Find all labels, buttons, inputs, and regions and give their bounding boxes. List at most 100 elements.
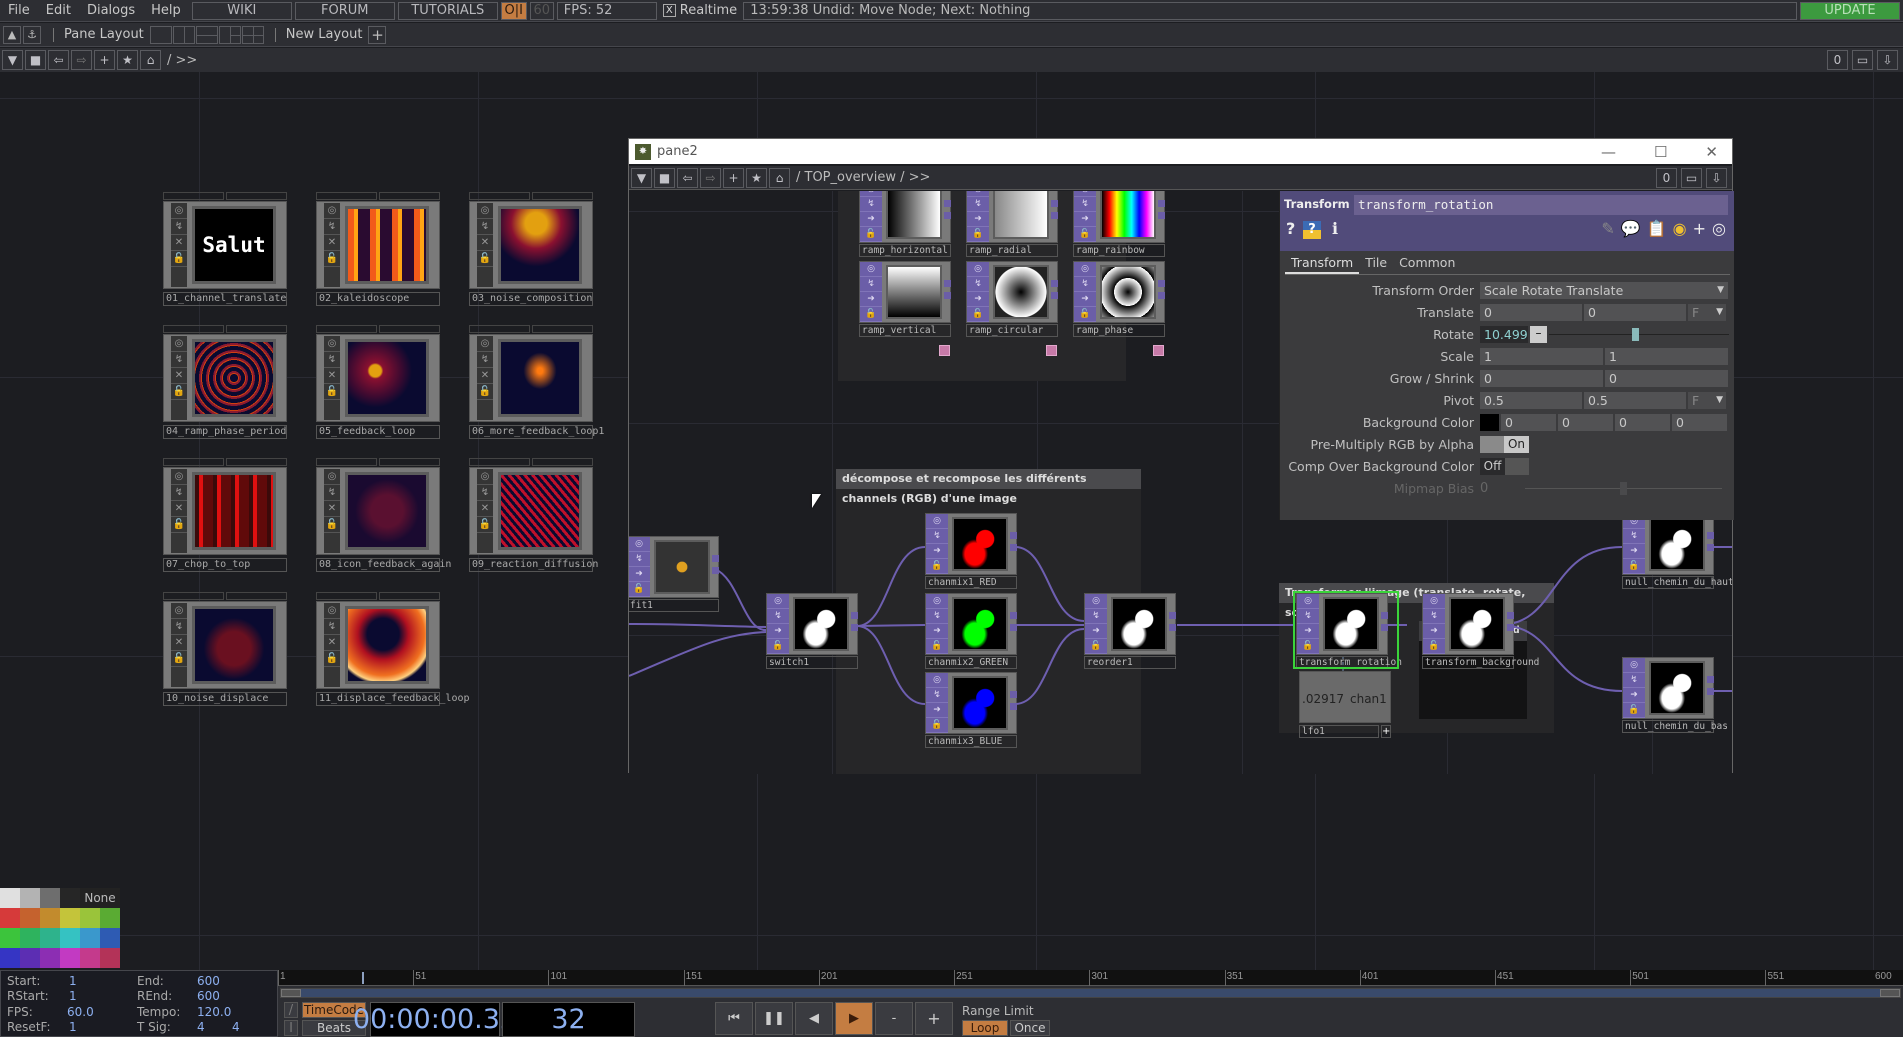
bypass-icon[interactable]: ↯ <box>767 609 789 624</box>
palette-swatch[interactable] <box>100 908 120 928</box>
arrow-icon[interactable]: ➜ <box>767 624 789 639</box>
palette-swatch[interactable] <box>60 948 80 968</box>
bypass-icon[interactable]: ↯ <box>324 352 340 368</box>
viewer-icon[interactable]: ◎ <box>967 262 989 277</box>
palette-swatch[interactable] <box>40 948 60 968</box>
palette-swatch[interactable] <box>20 928 40 948</box>
lock-icon[interactable]: 🔓 <box>477 384 493 400</box>
scale-x-field[interactable]: 1 <box>1480 347 1603 365</box>
fit-node[interactable]: ◎ ↯ ➜ 🔓 fit1 <box>629 536 719 616</box>
rotate-reset-button[interactable]: – <box>1530 325 1547 343</box>
lock-icon[interactable]: 🔓 <box>1623 703 1645 718</box>
palette-swatch[interactable] <box>80 928 100 948</box>
bypass-icon[interactable]: ↯ <box>477 352 493 368</box>
node-label[interactable]: reorder1 <box>1084 656 1176 669</box>
viewer-icon[interactable]: ◎ <box>171 203 187 219</box>
node-body[interactable]: ◎↯➜🔓 <box>859 191 951 243</box>
viewer-icon[interactable]: ◎ <box>171 336 187 352</box>
node-label[interactable]: switch1 <box>766 656 858 669</box>
home-icon[interactable]: ⌂ <box>140 50 161 70</box>
resetf-value[interactable]: 1 <box>69 1020 77 1034</box>
chanmix-blue-node[interactable]: ◎ ↯ ➜ 🔓 chanmix3_BLUE <box>925 672 1017 752</box>
grow-x-field[interactable]: 0 <box>1480 369 1603 387</box>
arrow-icon[interactable]: ➜ <box>926 624 948 639</box>
lfo-node[interactable]: .02917 chan1 <box>1299 671 1391 723</box>
viewer-icon[interactable]: ◎ <box>1623 658 1645 673</box>
clipboard-icon[interactable]: 📋 <box>1647 219 1667 238</box>
node-body[interactable]: ◎↯➜🔓 <box>859 261 951 323</box>
tsig-numerator[interactable]: 4 <box>197 1020 205 1034</box>
node-label[interactable]: ramp_horizontal <box>859 244 951 257</box>
bypass-icon[interactable]: ↯ <box>477 485 493 501</box>
node-body[interactable]: ◎↯➜🔓 <box>1073 261 1165 323</box>
node-body[interactable]: ◎↯➜🔓 <box>629 536 719 598</box>
lock-icon[interactable]: 🔓 <box>860 227 882 242</box>
lock-icon[interactable]: 🔓 <box>324 517 340 533</box>
viewer-icon[interactable]: ◎ <box>477 469 493 485</box>
output-connector[interactable] <box>1707 676 1714 683</box>
network-node[interactable]: ◎ ↯ ✕ 🔓 10_noise_displace <box>163 592 287 710</box>
viewer-icon[interactable]: ◎ <box>477 203 493 219</box>
node-body[interactable]: ◎ ↯ ✕ 🔓 <box>469 467 593 555</box>
slash-toggle[interactable]: / <box>284 1002 298 1018</box>
node-label[interactable]: ramp_rainbow <box>1073 244 1165 257</box>
palette-swatch[interactable] <box>20 908 40 928</box>
bg-alpha-field[interactable]: 0 <box>1672 413 1727 431</box>
node-body[interactable]: ◎ ↯ ✕ 🔓 Salut <box>163 201 287 289</box>
palette-none[interactable]: None <box>80 888 120 908</box>
bg-red-field[interactable]: 0 <box>1501 413 1556 431</box>
node-label[interactable]: fit1 <box>629 599 719 612</box>
rotate-slider[interactable] <box>1549 326 1729 343</box>
python-icon[interactable]: ◉ <box>1673 219 1687 238</box>
bypass-icon[interactable]: ↯ <box>324 219 340 235</box>
lock-icon[interactable]: 🔓 <box>477 251 493 267</box>
collapse-icon[interactable]: ▲ <box>3 25 21 44</box>
node-label[interactable]: transform_background <box>1422 656 1539 669</box>
bypass-icon[interactable]: ↯ <box>324 485 340 501</box>
premultiply-toggle[interactable]: On <box>1480 435 1529 453</box>
pivot-x-field[interactable]: 0.5 <box>1480 391 1582 409</box>
palette-swatch[interactable] <box>60 908 80 928</box>
bypass-icon[interactable]: ↯ <box>926 529 948 544</box>
clone-icon[interactable]: ✕ <box>477 235 493 251</box>
node-label[interactable]: 11_displace_feedback_loop <box>316 692 470 706</box>
output-connector[interactable] <box>1051 280 1058 287</box>
anchor-icon[interactable]: ⚓ <box>23 25 41 44</box>
output-connector[interactable] <box>1158 292 1165 299</box>
arrow-icon[interactable]: ➜ <box>1423 624 1445 639</box>
output-connector[interactable] <box>1707 544 1714 551</box>
node-body[interactable]: ◎↯➜🔓 <box>1084 593 1176 655</box>
network-node[interactable]: ◎ ↯ ✕ 🔓 04_ramp_phase_period <box>163 325 287 443</box>
arrow-icon[interactable]: ➜ <box>1074 212 1096 227</box>
viewer-icon[interactable]: ◎ <box>171 469 187 485</box>
viewer-icon[interactable]: ◎ <box>629 537 650 552</box>
viewer-icon[interactable]: ◎ <box>926 673 948 688</box>
node-label[interactable]: ramp_phase <box>1073 324 1165 337</box>
pane-menu-icon[interactable]: ▼ <box>2 50 23 70</box>
network-node[interactable]: ◎ ↯ ✕ 🔓 11_displace_feedback_loop <box>316 592 470 710</box>
node-body[interactable]: ◎ ↯ ✕ 🔓 <box>469 334 593 422</box>
arrow-icon[interactable]: ➜ <box>967 212 989 227</box>
palette-swatch[interactable] <box>100 928 120 948</box>
scale-y-field[interactable]: 1 <box>1605 347 1728 365</box>
node-body[interactable]: ◎↯➜🔓 <box>966 191 1058 243</box>
node-body[interactable]: ◎↯➜🔓 <box>925 513 1017 575</box>
layout-single[interactable] <box>149 25 172 44</box>
output-connector[interactable] <box>851 624 858 631</box>
node-label[interactable]: null_chemin_du_haut <box>1622 576 1732 589</box>
add-icon[interactable]: + <box>94 50 115 70</box>
output-connector[interactable] <box>1158 200 1165 207</box>
close-icon[interactable]: ✕ <box>1705 143 1718 161</box>
arrow-icon[interactable]: ➜ <box>1085 624 1107 639</box>
viewer-icon[interactable]: ◎ <box>324 203 340 219</box>
node-label[interactable]: chanmix3_BLUE <box>925 735 1017 748</box>
viewer-icon[interactable]: ◎ <box>926 514 948 529</box>
bypass-icon[interactable]: ↯ <box>171 619 187 635</box>
output-connector[interactable] <box>1010 532 1017 539</box>
palette-swatch[interactable] <box>20 888 40 908</box>
bypass-icon[interactable]: ↯ <box>1623 529 1645 544</box>
maximize-icon[interactable]: ☐ <box>1654 143 1667 161</box>
stop-icon[interactable]: ■ <box>25 50 46 70</box>
output-connector[interactable] <box>1051 200 1058 207</box>
pivot-unit-dropdown[interactable]: F ▼ <box>1688 391 1726 409</box>
